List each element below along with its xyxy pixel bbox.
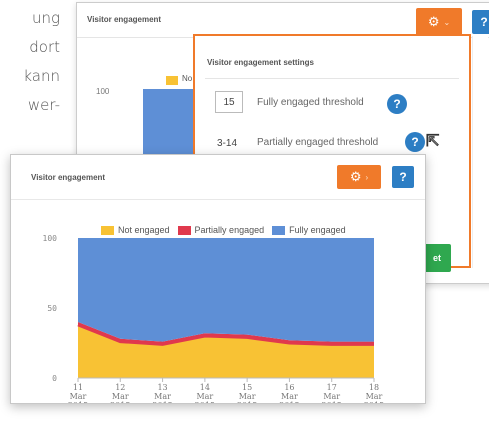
x-tick-label: 2015 bbox=[322, 401, 342, 404]
x-tick-label: 2015 bbox=[279, 401, 299, 404]
x-tick-label: Mar bbox=[323, 392, 340, 401]
side-strip bbox=[472, 36, 488, 268]
back-widget-title: Visitor engagement bbox=[87, 15, 162, 24]
x-tick-label: 18 bbox=[369, 383, 379, 392]
x-tick-label: 14 bbox=[200, 383, 210, 392]
x-tick-label: Mar bbox=[281, 392, 298, 401]
background-text-line: dort bbox=[29, 38, 60, 56]
background-text-line: kann bbox=[23, 67, 60, 85]
gear-icon: ⚙ bbox=[427, 14, 440, 29]
x-tick-label: 11 bbox=[73, 383, 83, 392]
chevron-down-icon: ⌄ bbox=[443, 17, 451, 27]
x-tick-label: Mar bbox=[154, 392, 171, 401]
back-y-tick: 100 bbox=[96, 87, 110, 96]
x-tick-label: 15 bbox=[242, 383, 252, 392]
x-tick-label: 2015 bbox=[68, 401, 88, 404]
settings-title: Visitor engagement settings bbox=[207, 58, 314, 67]
fully-engaged-threshold-input[interactable]: 15 bbox=[215, 91, 243, 113]
x-tick-label: 2015 bbox=[237, 401, 257, 404]
fully-engaged-threshold-label: Fully engaged threshold bbox=[257, 97, 364, 108]
x-tick-label: 16 bbox=[284, 383, 294, 392]
y-tick-label: 0 bbox=[52, 374, 57, 383]
x-tick-label: 2015 bbox=[195, 401, 215, 404]
x-tick-label: 13 bbox=[157, 383, 167, 392]
back-legend-label: No bbox=[182, 74, 193, 83]
back-legend-swatch bbox=[166, 76, 178, 85]
x-tick-label: Mar bbox=[239, 392, 256, 401]
x-tick-label: 12 bbox=[115, 383, 125, 392]
partially-engaged-range: 3-14 bbox=[217, 138, 238, 149]
divider bbox=[205, 78, 459, 79]
background-text-line: ung bbox=[31, 9, 60, 27]
y-tick-label: 100 bbox=[43, 234, 58, 243]
background-text-line: wer- bbox=[27, 96, 60, 114]
area-series-fully-engaged bbox=[78, 238, 374, 342]
background-text: ung dort kann wer- bbox=[0, 4, 60, 120]
partially-engaged-threshold-label: Partially engaged threshold bbox=[257, 137, 379, 148]
x-tick-label: 2015 bbox=[364, 401, 384, 404]
x-tick-label: Mar bbox=[112, 392, 129, 401]
mouse-cursor-icon: ⇱ bbox=[425, 133, 440, 150]
x-tick-label: Mar bbox=[70, 392, 87, 401]
x-tick-label: 17 bbox=[327, 383, 337, 392]
y-tick-label: 50 bbox=[47, 304, 57, 313]
back-help-button[interactable]: ? bbox=[472, 10, 489, 34]
back-settings-button[interactable]: ⚙ ⌄ bbox=[416, 8, 462, 36]
x-tick-label: Mar bbox=[196, 392, 213, 401]
fully-engaged-help-icon[interactable]: ? bbox=[387, 94, 407, 114]
x-tick-label: Mar bbox=[366, 392, 383, 401]
x-tick-label: 2015 bbox=[110, 401, 130, 404]
partially-engaged-help-icon[interactable]: ? bbox=[405, 132, 425, 152]
visitor-engagement-widget: Visitor engagement ⚙ › ? Not engaged Par… bbox=[10, 154, 426, 404]
engagement-area-chart: 05010011Mar201512Mar201513Mar201514Mar20… bbox=[43, 234, 385, 404]
x-tick-label: 2015 bbox=[152, 401, 172, 404]
